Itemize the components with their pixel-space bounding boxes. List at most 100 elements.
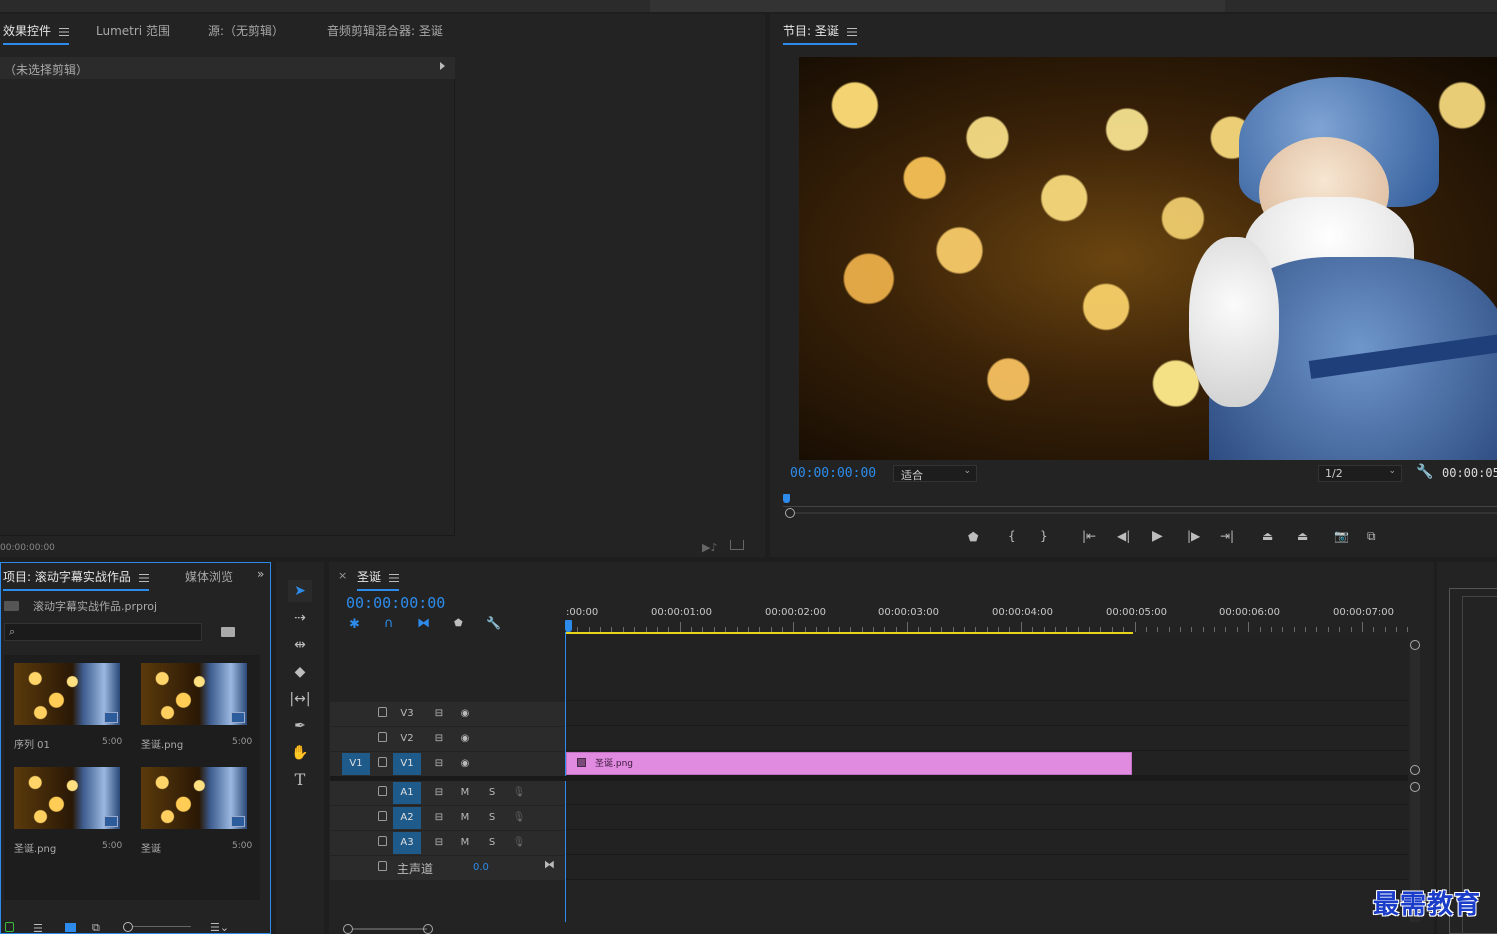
program-timecode[interactable]: 00:00:00:00: [790, 466, 876, 481]
video-scroll-track[interactable]: [1410, 640, 1420, 775]
microphone-icon[interactable]: 🎙: [505, 782, 533, 804]
solo-button[interactable]: S: [478, 807, 506, 829]
tab-project[interactable]: 项目: 滚动字幕实战作品: [3, 568, 149, 591]
program-zoom-handle[interactable]: [785, 508, 795, 518]
track-lane[interactable]: [566, 856, 1408, 880]
nest-icon[interactable]: ✱: [349, 617, 360, 632]
lock-icon[interactable]: [378, 707, 387, 717]
more-panels-icon[interactable]: »: [257, 567, 264, 581]
zoom-slider[interactable]: [123, 922, 193, 932]
project-item-thumbnail[interactable]: [141, 767, 247, 829]
track-target-v1[interactable]: V1: [393, 753, 421, 775]
close-icon[interactable]: ×: [338, 569, 347, 582]
play-icon[interactable]: ▶: [1152, 528, 1163, 544]
scroll-handle-top[interactable]: [1410, 640, 1420, 650]
snap-magnet-icon[interactable]: ∩: [384, 616, 394, 631]
mark-out-icon[interactable]: }: [1040, 529, 1048, 543]
microphone-icon[interactable]: 🎙: [505, 832, 533, 854]
tab-source[interactable]: 源:（无剪辑）: [208, 22, 284, 39]
linked-selection-icon[interactable]: ⧓: [417, 616, 430, 631]
solo-button[interactable]: S: [478, 782, 506, 804]
camera-icon[interactable]: 📷: [1334, 529, 1349, 543]
track-select-tool-icon[interactable]: ⇢: [288, 607, 312, 629]
tab-timeline-sequence[interactable]: 圣诞: [357, 568, 400, 591]
icon-view-icon[interactable]: [65, 923, 76, 932]
source-patch-v1[interactable]: V1: [342, 753, 370, 775]
work-area-bar[interactable]: [566, 632, 1133, 634]
go-to-end-icon[interactable]: ⧓: [544, 858, 555, 871]
project-item-thumbnail[interactable]: [141, 663, 247, 725]
extract-icon[interactable]: ⏏: [1297, 529, 1308, 543]
program-zoom-bar[interactable]: [795, 512, 1497, 514]
tab-media-browser[interactable]: 媒体浏览: [185, 568, 233, 585]
tab-program-monitor[interactable]: 节目: 圣诞: [783, 22, 857, 45]
tab-effect-controls[interactable]: 效果控件: [3, 22, 70, 45]
list-view-icon[interactable]: ☰: [33, 922, 43, 934]
lock-icon[interactable]: [378, 811, 387, 821]
compare-icon[interactable]: ⧉: [1367, 529, 1376, 544]
zoom-slider-handle[interactable]: [123, 922, 133, 932]
new-bin-icon[interactable]: [221, 627, 235, 637]
sync-lock-icon[interactable]: ⊟: [425, 728, 453, 750]
scroll-handle-bottom[interactable]: [1410, 765, 1420, 775]
track-lane[interactable]: [566, 702, 1408, 726]
track-target-a2[interactable]: A2: [393, 807, 421, 829]
timeline-settings-icon[interactable]: 🔧: [486, 616, 501, 630]
scroll-handle-left[interactable]: [343, 924, 353, 934]
fit-dropdown[interactable]: 适合 ⌄: [893, 465, 977, 482]
track-target-v2[interactable]: V2: [393, 728, 421, 750]
project-item-thumbnail[interactable]: [14, 767, 120, 829]
microphone-icon[interactable]: 🎙: [505, 807, 533, 829]
freeform-view-icon[interactable]: ⧉: [92, 921, 100, 934]
track-lane[interactable]: [566, 727, 1408, 751]
track-lane[interactable]: [566, 781, 1408, 805]
resolution-dropdown[interactable]: 1/2 ⌄: [1318, 465, 1402, 482]
step-back-icon[interactable]: ◀|: [1117, 529, 1130, 543]
track-lane[interactable]: [566, 806, 1408, 830]
scroll-handle-top[interactable]: [1410, 782, 1420, 792]
type-tool-icon[interactable]: T: [288, 769, 312, 791]
lift-icon[interactable]: ⏏: [1262, 529, 1273, 543]
mute-button[interactable]: M: [451, 782, 479, 804]
eye-icon[interactable]: ◉: [451, 703, 479, 725]
selection-tool-icon[interactable]: ➤: [288, 580, 312, 602]
panel-menu-icon[interactable]: [389, 573, 400, 582]
hand-tool-icon[interactable]: ✋: [288, 742, 312, 764]
timeline-clip[interactable]: 圣诞.png: [566, 752, 1132, 775]
solo-button[interactable]: S: [478, 832, 506, 854]
eye-icon[interactable]: ◉: [451, 728, 479, 750]
playhead-icon[interactable]: [565, 620, 572, 632]
audio-scrub-icon[interactable]: ▶♪: [702, 541, 717, 554]
lock-icon[interactable]: [378, 861, 387, 871]
sync-lock-icon[interactable]: ⊟: [425, 753, 453, 775]
lock-icon[interactable]: [378, 757, 387, 767]
project-search-input[interactable]: ⌕: [4, 623, 202, 641]
tab-audio-clip-mixer[interactable]: 音频剪辑混合器: 圣诞: [327, 22, 443, 39]
pen-tool-icon[interactable]: ✒: [288, 715, 312, 737]
wrench-icon[interactable]: 🔧: [1416, 464, 1433, 480]
go-to-out-icon[interactable]: ⇥|: [1220, 529, 1234, 543]
sync-lock-icon[interactable]: ⊟: [425, 832, 453, 854]
track-target-a1[interactable]: A1: [393, 782, 421, 804]
scroll-handle-right[interactable]: [423, 924, 433, 934]
add-marker-icon[interactable]: ⬟: [968, 530, 978, 544]
project-item-thumbnail[interactable]: [14, 663, 120, 725]
track-lane[interactable]: [566, 831, 1408, 855]
track-target-a3[interactable]: A3: [393, 832, 421, 854]
lock-icon[interactable]: [378, 836, 387, 846]
master-volume-value[interactable]: 0.0: [473, 862, 489, 873]
mute-button[interactable]: M: [451, 807, 479, 829]
razor-tool-icon[interactable]: ◆: [288, 661, 312, 683]
add-marker-icon[interactable]: ⬟: [454, 618, 463, 629]
horizontal-scrollbar[interactable]: [343, 924, 435, 934]
go-to-in-icon[interactable]: |⇤: [1082, 529, 1096, 543]
panel-menu-icon[interactable]: [59, 27, 70, 36]
sort-icon[interactable]: ☰⌄: [210, 921, 229, 934]
slip-tool-icon[interactable]: |↔|: [288, 688, 312, 710]
lock-icon[interactable]: [378, 786, 387, 796]
sync-lock-icon[interactable]: ⊟: [425, 807, 453, 829]
panel-menu-icon[interactable]: [846, 27, 857, 36]
eye-icon[interactable]: ◉: [451, 753, 479, 775]
track-target-v3[interactable]: V3: [393, 703, 421, 725]
lock-icon[interactable]: [378, 732, 387, 742]
